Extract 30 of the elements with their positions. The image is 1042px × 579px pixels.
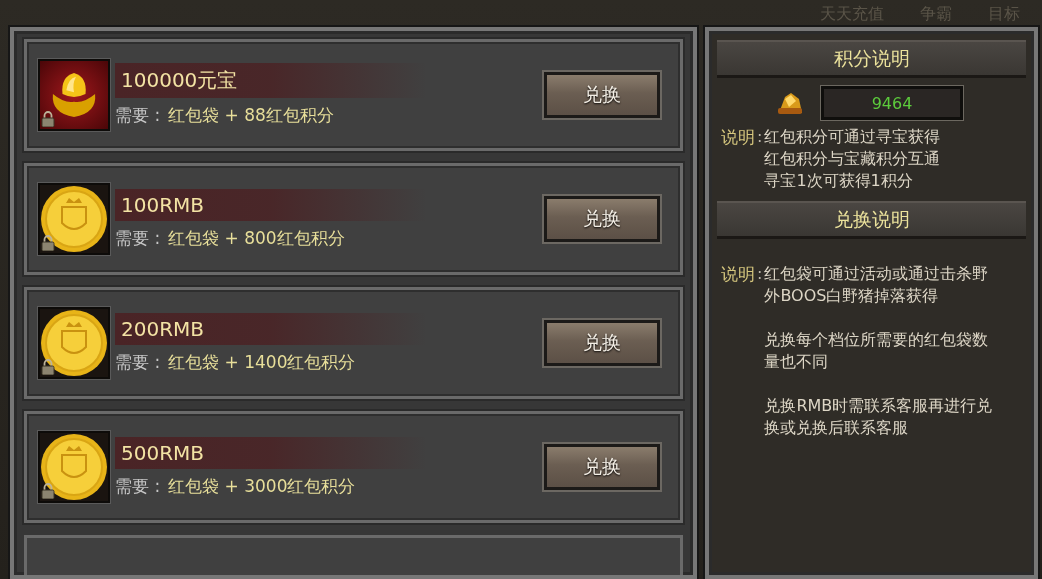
exchange-button[interactable]: 兑换 [544,72,660,118]
padlock-icon [41,359,55,375]
requirement-label: 需要 : [115,350,161,374]
exchange-button[interactable]: 兑换 [544,444,660,490]
requirement-text: 红包袋 + 1400红包积分 [168,350,356,374]
padlock-icon [41,483,55,499]
description-line: 寻宝1次可获得1积分 [764,170,914,192]
description-paragraph: 红包袋可通过活动或通过击杀野外BOOS白野猪掉落获得 [764,263,990,307]
requirement-label: 需要 : [115,226,161,250]
exchange-button[interactable]: 兑换 [544,196,660,242]
padlock-icon [41,111,55,127]
exchange-button[interactable]: 兑换 [544,320,660,366]
requirement-label: 需要 : [115,474,161,498]
description-paragraph: 兑换RMB时需联系客服再进行兑换或兑换后联系客服 [764,395,993,439]
colon-text: : [757,126,763,148]
requirement-text: 红包袋 + 88红包积分 [168,104,334,127]
padlock-icon [41,235,55,251]
requirement-label: 需要 : [115,104,161,127]
description-label: 说明 [721,263,755,286]
colon-text: : [757,263,763,285]
description-paragraph: 兑换每个档位所需要的红包袋数量也不同 [764,329,990,373]
ingot-icon [51,72,97,118]
description-line: 红包积分与宝藏积分互通 [764,148,941,170]
requirement-text: 红包袋 + 800红包积分 [168,226,345,250]
requirement-text: 红包袋 + 3000红包积分 [168,474,356,498]
section-title: 兑换说明 [833,206,910,232]
description-label: 说明 [721,126,755,149]
points-value-field: 9464 [821,86,963,120]
description-line: 红包积分可通过寻宝获得 [764,126,941,148]
section-title: 积分说明 [833,45,910,71]
